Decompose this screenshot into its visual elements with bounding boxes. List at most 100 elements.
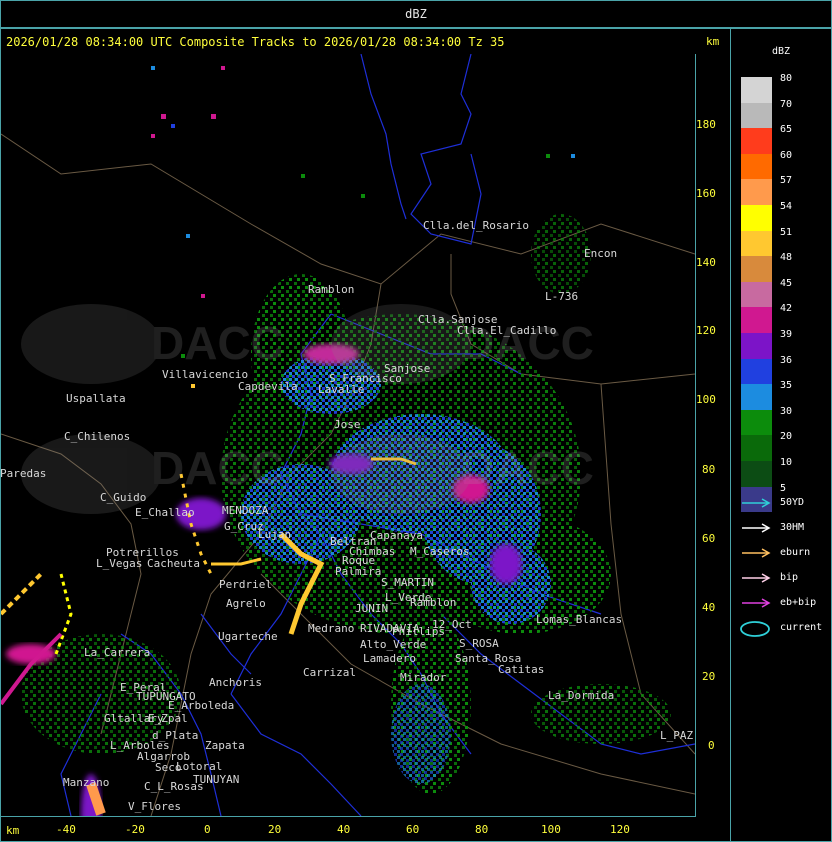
place-label: Capdevila xyxy=(238,380,298,393)
place-label: C_L_Rosas xyxy=(144,780,204,793)
arrow-icon xyxy=(742,573,771,583)
x-tick: 80 xyxy=(475,823,489,836)
place-label: Lamadero xyxy=(363,652,416,665)
place-label: L_Vegas xyxy=(96,557,143,570)
legend-swatch xyxy=(741,409,772,436)
legend-swatch xyxy=(741,77,772,103)
place-label: Cacheuta xyxy=(147,557,200,570)
place-label: MENDOZA xyxy=(222,504,269,517)
legend-value: 5 xyxy=(780,482,787,494)
legend-swatch xyxy=(741,230,772,257)
y-tick: 140 xyxy=(696,256,716,269)
place-label: Carrizal xyxy=(303,666,356,679)
place-label: Ugarteche xyxy=(218,630,278,643)
track-label-50yd: 50YD xyxy=(780,497,805,508)
place-label: Sanjose xyxy=(384,362,431,375)
x-tick: 120 xyxy=(610,823,630,836)
place-label: Agrelo xyxy=(226,597,266,610)
place-label: S_ROSA xyxy=(459,637,499,650)
place-label: Medrano xyxy=(308,622,355,635)
place-label: Palmira xyxy=(335,565,382,578)
track-label-current: current xyxy=(780,622,823,633)
legend-title: dBZ xyxy=(771,46,791,57)
place-label: S_MARTIN xyxy=(381,576,434,589)
svg-text:DACC: DACC xyxy=(151,317,284,369)
legend-value: 35 xyxy=(780,380,793,392)
y-tick: 100 xyxy=(696,393,716,406)
legend-swatch xyxy=(741,384,772,410)
arrow-icon xyxy=(742,598,771,608)
place-label: E_Arboleda xyxy=(168,699,235,712)
place-label: 12_Oct xyxy=(432,618,472,631)
legend-value: 42 xyxy=(780,303,793,315)
legend-swatch xyxy=(741,128,772,154)
y-axis-ticks: 180 160 140 120 100 80 60 40 20 0 xyxy=(696,54,730,816)
place-label: L-736 xyxy=(545,290,579,303)
place-label: Ramblon xyxy=(410,596,457,609)
legend-swatch xyxy=(741,461,772,487)
place-label: Lujan xyxy=(258,528,292,541)
place-label: Villavicencio xyxy=(162,368,249,381)
place-label: C_Chilenos xyxy=(64,430,131,443)
legend-value: 20 xyxy=(780,431,793,443)
place-label: Clla.del_Rosario xyxy=(423,219,529,232)
place-label: V_Flores xyxy=(128,800,181,813)
legend-swatch xyxy=(741,256,772,282)
place-label: Paredas xyxy=(0,467,47,480)
legend-value: 80 xyxy=(780,73,793,84)
place-label: La_Carrera xyxy=(84,646,151,659)
legend-swatch xyxy=(741,307,772,333)
legend-value: 51 xyxy=(780,226,793,238)
x-tick: 100 xyxy=(541,823,561,836)
place-label: Mirador xyxy=(400,671,447,684)
place-label: JUNIN xyxy=(355,602,389,615)
place-label: Ramblon xyxy=(308,283,355,296)
place-label: Uspallata xyxy=(66,392,126,405)
arrow-icon xyxy=(742,523,771,533)
legend-swatch xyxy=(741,435,772,461)
legend-value: 10 xyxy=(780,457,793,468)
x-tick: -40 xyxy=(56,823,76,836)
place-label: Encon xyxy=(584,247,618,260)
place-label: M_Caseros xyxy=(410,545,470,558)
arrow-icon xyxy=(742,548,771,558)
place-label: Santa_Rosa xyxy=(455,652,522,665)
place-label: Alto_Verde xyxy=(360,638,427,651)
legend-swatch xyxy=(741,333,772,359)
place-label: E_Zpal xyxy=(148,712,188,725)
place-label: Anchoris xyxy=(209,676,262,689)
place-label: RIVADAVIA xyxy=(360,622,420,635)
svg-text:DACC: DACC xyxy=(151,442,284,494)
legend-swatch xyxy=(741,153,772,180)
place-label: Lotoral xyxy=(176,760,223,773)
legend-value: 57 xyxy=(780,175,793,187)
legend-value: 70 xyxy=(780,98,793,110)
track-label-eb-bip: eb+bip xyxy=(780,597,817,608)
y-tick: 40 xyxy=(702,601,716,614)
svg-text:DACC: DACC xyxy=(461,442,594,494)
window-title: dBZ xyxy=(405,7,427,21)
place-label: Perdriel xyxy=(219,578,272,591)
place-label: Lomas_Blancas xyxy=(536,613,623,626)
x-tick: -20 xyxy=(125,823,145,836)
place-label: Lavalle xyxy=(318,383,365,396)
place-label: Clla.El_Cadillo xyxy=(457,324,557,337)
place-label: Capanaya xyxy=(370,529,423,542)
y-tick: 60 xyxy=(702,532,716,545)
legend-swatch xyxy=(741,358,772,385)
track-label-30hm: 30HM xyxy=(780,522,805,533)
legend-value: 54 xyxy=(780,201,793,212)
arrow-icon xyxy=(742,498,771,508)
y-tick: 160 xyxy=(696,187,716,200)
legend-value: 30 xyxy=(780,405,793,417)
unit-label-km-top: km xyxy=(706,35,720,48)
y-tick: 120 xyxy=(696,324,716,337)
place-label: C_Guido xyxy=(100,491,147,504)
legend-swatch xyxy=(741,281,772,308)
x-tick: 0 xyxy=(204,823,211,836)
x-axis-ticks: -40 -20 0 20 40 60 80 100 120 xyxy=(1,816,695,842)
place-label: Jose xyxy=(334,418,361,431)
place-label: Manzano xyxy=(63,776,110,789)
y-tick: 180 xyxy=(696,118,716,131)
legend-value: 45 xyxy=(780,277,793,289)
